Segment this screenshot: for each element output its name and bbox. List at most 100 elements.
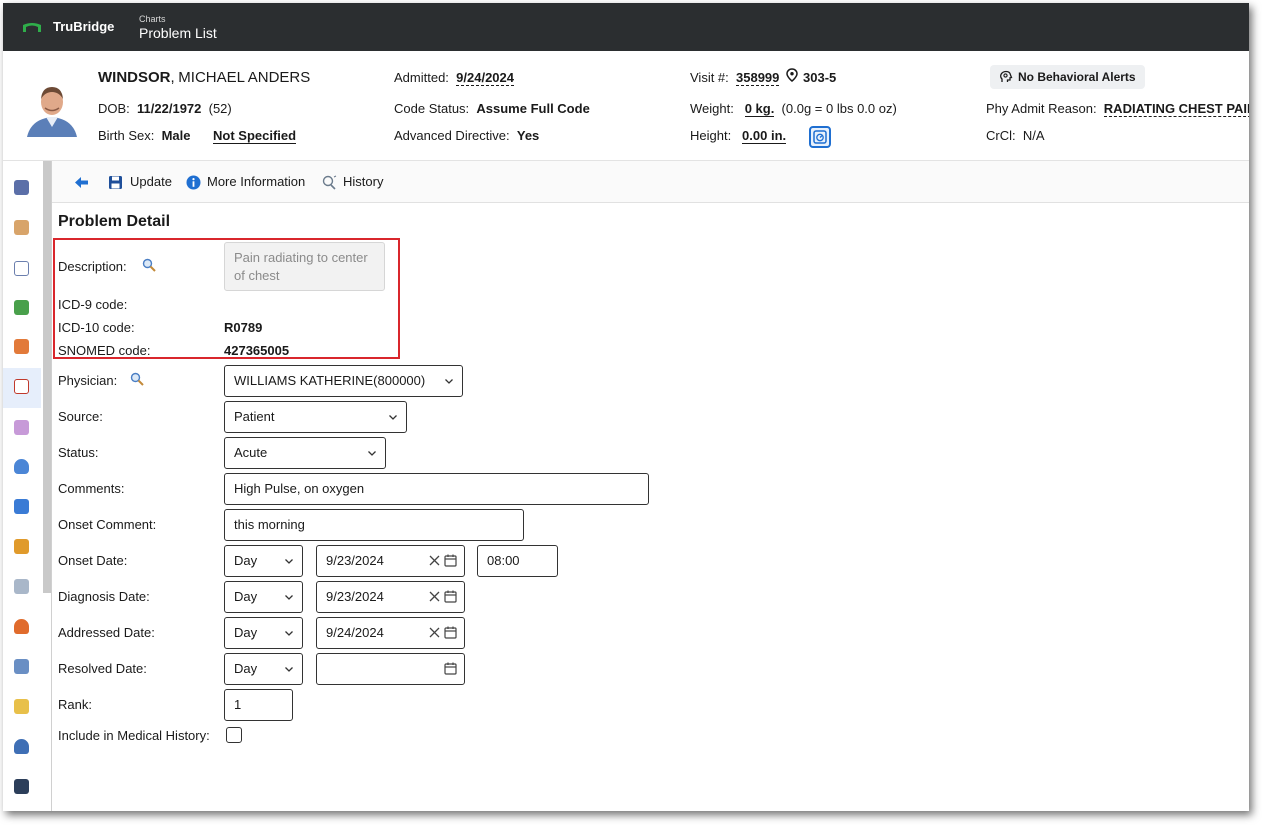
rank-label: Rank: (58, 697, 92, 712)
physician-select[interactable]: WILLIAMS KATHERINE(800000) (224, 365, 463, 397)
chevron-down-icon (285, 631, 293, 636)
chevron-down-icon (285, 559, 293, 564)
clear-icon[interactable] (429, 591, 440, 602)
onset-comment-label: Onset Comment: (58, 517, 157, 532)
code-status-value: Assume Full Code (476, 101, 590, 116)
trubridge-logo-icon (23, 23, 41, 32)
medical-record-icon[interactable] (14, 499, 29, 514)
admitted-date-link[interactable]: 9/24/2024 (456, 70, 514, 86)
comments-label: Comments: (58, 481, 125, 496)
calendar-icon[interactable] (444, 662, 457, 675)
top-bar: TruBridge Charts Problem List (3, 3, 1249, 51)
patient-header: WINDSOR, MICHAEL ANDERS DOB: 11/22/1972 … (3, 51, 1249, 161)
gender-identity-link[interactable]: Not Specified (213, 128, 297, 144)
description-field[interactable]: Pain radiating to center of chest (224, 242, 385, 291)
lab-flask-icon[interactable] (14, 459, 29, 474)
brand-name[interactable]: TruBridge (53, 19, 114, 34)
status-label: Status: (58, 445, 99, 460)
icd9-label: ICD-9 code: (58, 297, 128, 312)
visit-number-link[interactable]: 358999 (736, 70, 780, 86)
clear-icon[interactable] (429, 555, 440, 566)
resolved-date-input[interactable] (316, 653, 465, 685)
description-label: Description: (58, 259, 127, 274)
clinical-globe-icon[interactable] (14, 539, 29, 554)
birth-sex-row: Birth Sex: Male (98, 128, 191, 143)
source-select[interactable]: Patient (224, 401, 407, 433)
toolbar: Update More Information History (52, 161, 1249, 203)
folder-medical-icon[interactable] (14, 699, 29, 714)
patient-avatar[interactable] (21, 75, 83, 137)
snomed-label: SNOMED code: (58, 343, 151, 358)
onset-date-label: Onset Date: (58, 553, 128, 568)
icd10-label: ICD-10 code: (58, 320, 135, 335)
calendar-icon[interactable] (444, 626, 457, 639)
location-pin-icon (786, 68, 798, 82)
weight-scale-button[interactable] (809, 126, 831, 148)
snomed-value: 427365005 (224, 343, 290, 358)
onset-comment-input[interactable]: this morning (224, 509, 524, 541)
include-history-checkbox[interactable] (226, 727, 242, 743)
chevron-down-icon (285, 667, 293, 672)
patient-user-icon[interactable] (14, 739, 29, 754)
document-icon[interactable] (14, 261, 29, 276)
handoff-icon[interactable] (14, 659, 29, 674)
update-button[interactable]: Update (130, 174, 172, 189)
calendar-icon[interactable] (444, 554, 457, 567)
include-history-label: Include in Medical History: (58, 728, 210, 743)
problem-list-icon[interactable] (14, 379, 29, 394)
diagnosis-date-label: Diagnosis Date: (58, 589, 150, 604)
nav-scrollbar[interactable] (43, 161, 51, 593)
syringe-icon[interactable] (14, 579, 29, 594)
admitted-row: Admitted: 9/24/2024 (394, 70, 514, 86)
crcl-value: N/A (1022, 128, 1045, 143)
person-icon[interactable] (14, 619, 29, 634)
room-value: 303-5 (803, 70, 837, 85)
admit-reason-link[interactable]: RADIATING CHEST PAIN (1103, 101, 1249, 117)
history-button[interactable]: History (343, 174, 383, 189)
chevron-down-icon (389, 415, 397, 420)
diagnosis-precision-select[interactable]: Day (224, 581, 303, 613)
comments-input[interactable]: High Pulse, on oxygen (224, 473, 649, 505)
onset-time-input[interactable]: 08:00 (477, 545, 558, 577)
calendar-icon[interactable] (444, 590, 457, 603)
clear-icon[interactable] (429, 627, 440, 638)
behavioral-alerts-badge[interactable]: No Behavioral Alerts (990, 65, 1145, 89)
diagnosis-date-input[interactable]: 9/23/2024 (316, 581, 465, 613)
addressed-date-label: Addressed Date: (58, 625, 155, 640)
resolved-date-label: Resolved Date: (58, 661, 147, 676)
globe-icon[interactable] (14, 300, 29, 315)
care-team-icon[interactable] (14, 220, 29, 235)
monitor-icon[interactable] (14, 779, 29, 794)
age-value: (52) (208, 101, 232, 116)
chevron-down-icon (445, 379, 453, 384)
height-link[interactable]: 0.00 in. (742, 128, 787, 144)
physician-label: Physician: (58, 373, 118, 388)
onset-precision-select[interactable]: Day (224, 545, 303, 577)
addressed-precision-select[interactable]: Day (224, 617, 303, 649)
rank-input[interactable]: 1 (224, 689, 293, 721)
database-icon[interactable] (14, 180, 29, 195)
history-icon (322, 175, 337, 190)
dob-row: DOB: 11/22/1972 (52) (98, 101, 232, 116)
source-label: Source: (58, 409, 103, 424)
weight-link[interactable]: 0 kg. (744, 101, 775, 117)
back-arrow-icon[interactable] (74, 175, 89, 190)
description-search-icon[interactable] (142, 258, 156, 272)
page-title: Problem List (139, 25, 217, 41)
consult-icon[interactable] (14, 420, 29, 435)
orders-icon[interactable] (14, 339, 29, 354)
physician-search-icon[interactable] (130, 372, 144, 386)
status-select[interactable]: Acute (224, 437, 386, 469)
onset-date-input[interactable]: 9/23/2024 (316, 545, 465, 577)
resolved-precision-select[interactable]: Day (224, 653, 303, 685)
nav-divider (51, 161, 52, 811)
app-window: TruBridge Charts Problem List WINDSOR, M… (3, 3, 1249, 811)
addressed-date-input[interactable]: 9/24/2024 (316, 617, 465, 649)
advanced-directive-value: Yes (516, 128, 540, 143)
weight-row: Weight: 0 kg. (0.0g = 0 lbs 0.0 oz) (690, 101, 897, 117)
brain-head-icon (1000, 70, 1013, 82)
height-row: Height: 0.00 in. (690, 128, 787, 144)
scale-icon (813, 130, 827, 144)
more-information-button[interactable]: More Information (207, 174, 305, 189)
left-nav (3, 161, 41, 811)
